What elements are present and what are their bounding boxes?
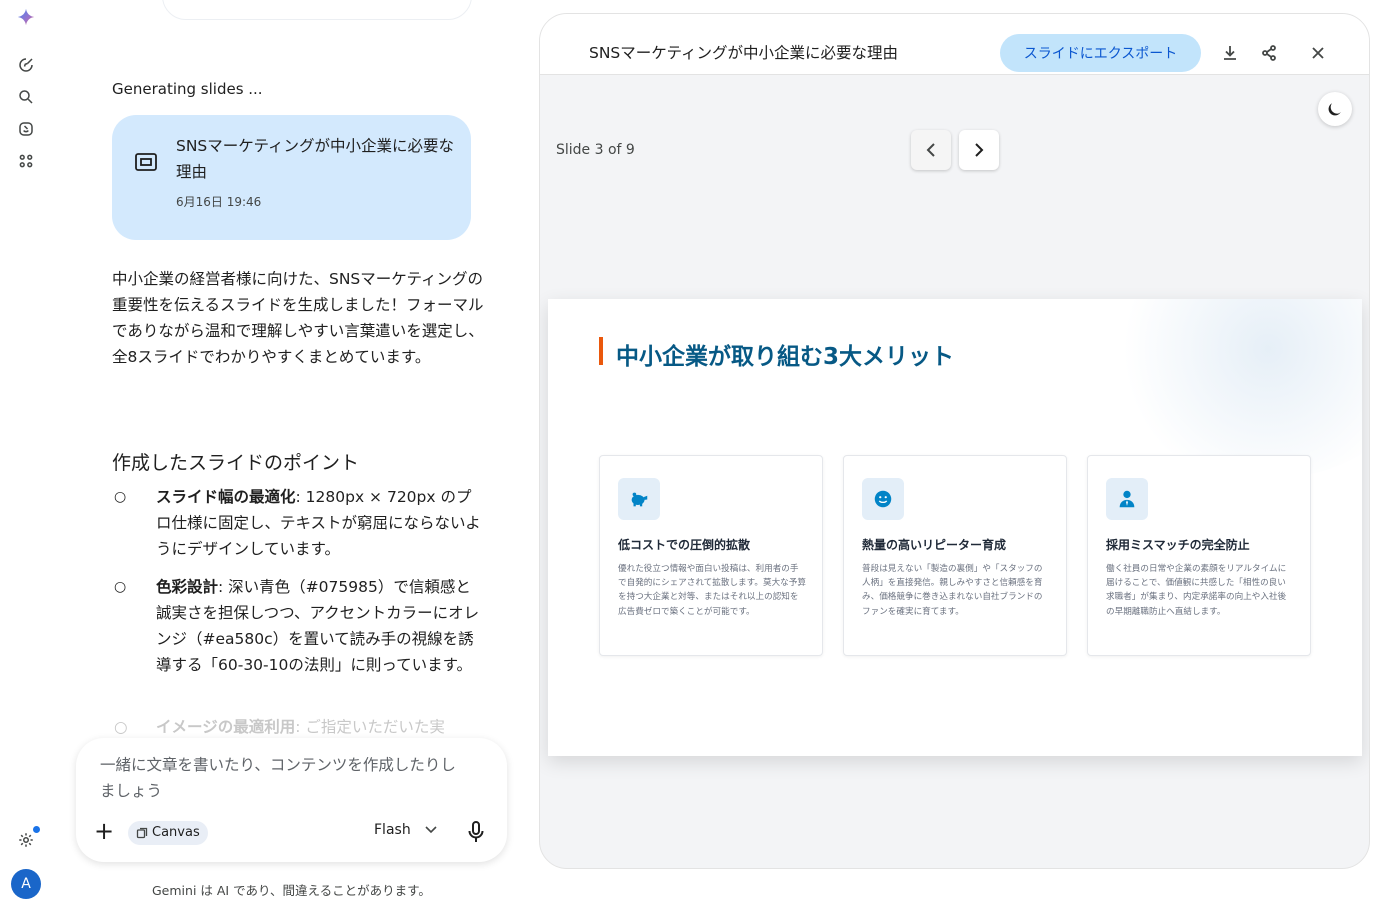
card-title: 低コストでの圧倒的拡散 — [618, 538, 751, 552]
merit-card: 低コストでの圧倒的拡散 優れた役立つ情報や面白い投稿は、利用者の手で自発的にシェ… — [599, 455, 823, 656]
panel-title: SNSマーケティングが中小企業に必要な理由 — [589, 44, 899, 62]
point-text: : ご指定いただいた実 — [295, 718, 445, 736]
generating-status: Generating slides ... — [112, 80, 263, 98]
slide-title-accent — [599, 337, 603, 365]
chevron-left-icon — [926, 143, 935, 157]
bullet-mark: ○ — [114, 718, 128, 736]
prompt-box[interactable]: 一緒に文章を書いたり、コンテンツを作成したりしましょう + Canvas Fla… — [76, 738, 507, 862]
share-icon[interactable] — [1260, 44, 1278, 62]
previous-message-bubble — [162, 0, 472, 20]
list-item: ○ スライド幅の最適化: 1280px × 720px のプロ仕様に固定し、テキ… — [112, 484, 484, 562]
bullet-mark: ○ — [114, 489, 127, 505]
prompt-input[interactable]: 一緒に文章を書いたり、コンテンツを作成したりしましょう — [100, 752, 460, 804]
slides-doc-card[interactable]: SNSマーケティングが中小企業に必要な理由 6月16日 19:46 — [112, 115, 471, 240]
piggy-bank-icon — [618, 478, 660, 520]
points-list: ○ スライド幅の最適化: 1280px × 720px のプロ仕様に固定し、テキ… — [112, 484, 484, 690]
card-text: 働く社員の日常や企業の素顔をリアルタイムに届けることで、価値観に共感した「相性の… — [1106, 564, 1287, 617]
apps-icon[interactable] — [14, 149, 38, 173]
doc-card-date: 6月16日 19:46 — [176, 195, 262, 209]
search-icon[interactable] — [14, 85, 38, 109]
chevron-right-icon — [975, 143, 984, 157]
canvas-panel: SNSマーケティングが中小企業に必要な理由 スライドにエクスポート Slide … — [539, 13, 1370, 869]
canvas-chip-label: Canvas — [152, 825, 200, 840]
card-text: 普段は見えない「製造の裏側」や「スタッフの人柄」を直接発信。親しみやすさと信頼感… — [862, 564, 1043, 617]
panel-header: SNSマーケティングが中小企業に必要な理由 スライドにエクスポート — [540, 14, 1369, 75]
dark-mode-toggle[interactable] — [1318, 92, 1352, 126]
merit-card: 熱量の高いリピーター育成 普段は見えない「製造の裏側」や「スタッフの人柄」を直接… — [843, 455, 1067, 656]
list-item: ○ イメージの最適利用: ご指定いただいた実 — [112, 714, 484, 740]
point-label: 色彩設計 — [156, 578, 219, 596]
point-label: イメージの最適利用 — [156, 718, 296, 736]
slide-title: 中小企業が取り組む3大メリット — [616, 344, 955, 370]
slide-preview: 中小企業が取り組む3大メリット 低コストでの圧倒的拡散 優れた役立つ情報や面白い… — [548, 299, 1362, 756]
gems-icon[interactable] — [14, 117, 38, 141]
previous-slide-button[interactable] — [911, 130, 951, 170]
model-selector[interactable]: Flash — [374, 822, 437, 838]
download-icon[interactable] — [1221, 44, 1239, 62]
doc-card-title: SNSマーケティングが中小企業に必要な理由 — [176, 137, 455, 181]
response-intro: 中小企業の経営者様に向けた、SNSマーケティングの重要性を伝えるスライドを生成し… — [112, 270, 484, 366]
settings-notification-dot — [33, 826, 40, 833]
canvas-chip[interactable]: Canvas — [128, 821, 208, 845]
microphone-icon — [468, 821, 484, 842]
disclaimer: Gemini は AI であり、間違えることがあります。 — [152, 883, 431, 898]
gemini-logo-icon[interactable] — [14, 5, 38, 29]
export-to-slides-button[interactable]: スライドにエクスポート — [1000, 34, 1201, 72]
slides-icon — [134, 150, 158, 174]
model-label: Flash — [374, 822, 411, 838]
chevron-down-icon — [425, 826, 437, 834]
new-chat-icon[interactable] — [14, 53, 38, 77]
next-slide-button[interactable] — [959, 130, 999, 170]
merit-card: 採用ミスマッチの完全防止 働く社員の日常や企業の素顔をリアルタイムに届けることで… — [1087, 455, 1311, 656]
card-text: 優れた役立つ情報や面白い投稿は、利用者の手で自発的にシェアされて拡散します。莫大… — [618, 564, 806, 617]
slide-background-glow — [1108, 299, 1362, 479]
avatar[interactable]: A — [11, 869, 41, 899]
close-icon[interactable] — [1309, 44, 1327, 62]
smile-icon — [862, 478, 904, 520]
point-label: スライド幅の最適化 — [156, 488, 296, 506]
app-root: A Generating slides ... SNSマーケティングが中小企業に… — [0, 0, 1400, 909]
bullet-mark: ○ — [114, 579, 127, 595]
list-item: ○ 色彩設計: 深い青色（#075985）で信頼感と誠実さを担保しつつ、アクセン… — [112, 574, 484, 678]
microphone-button[interactable] — [465, 820, 487, 844]
slide-counter: Slide 3 of 9 — [556, 142, 635, 158]
moon-icon — [1328, 103, 1341, 116]
card-title: 採用ミスマッチの完全防止 — [1106, 538, 1250, 552]
left-rail: A — [0, 0, 52, 909]
points-heading: 作成したスライドのポイント — [112, 452, 360, 474]
add-attachment-button[interactable]: + — [92, 819, 116, 844]
card-title: 熱量の高いリピーター育成 — [862, 538, 1007, 552]
person-icon — [1106, 478, 1148, 520]
canvas-icon — [136, 827, 148, 839]
